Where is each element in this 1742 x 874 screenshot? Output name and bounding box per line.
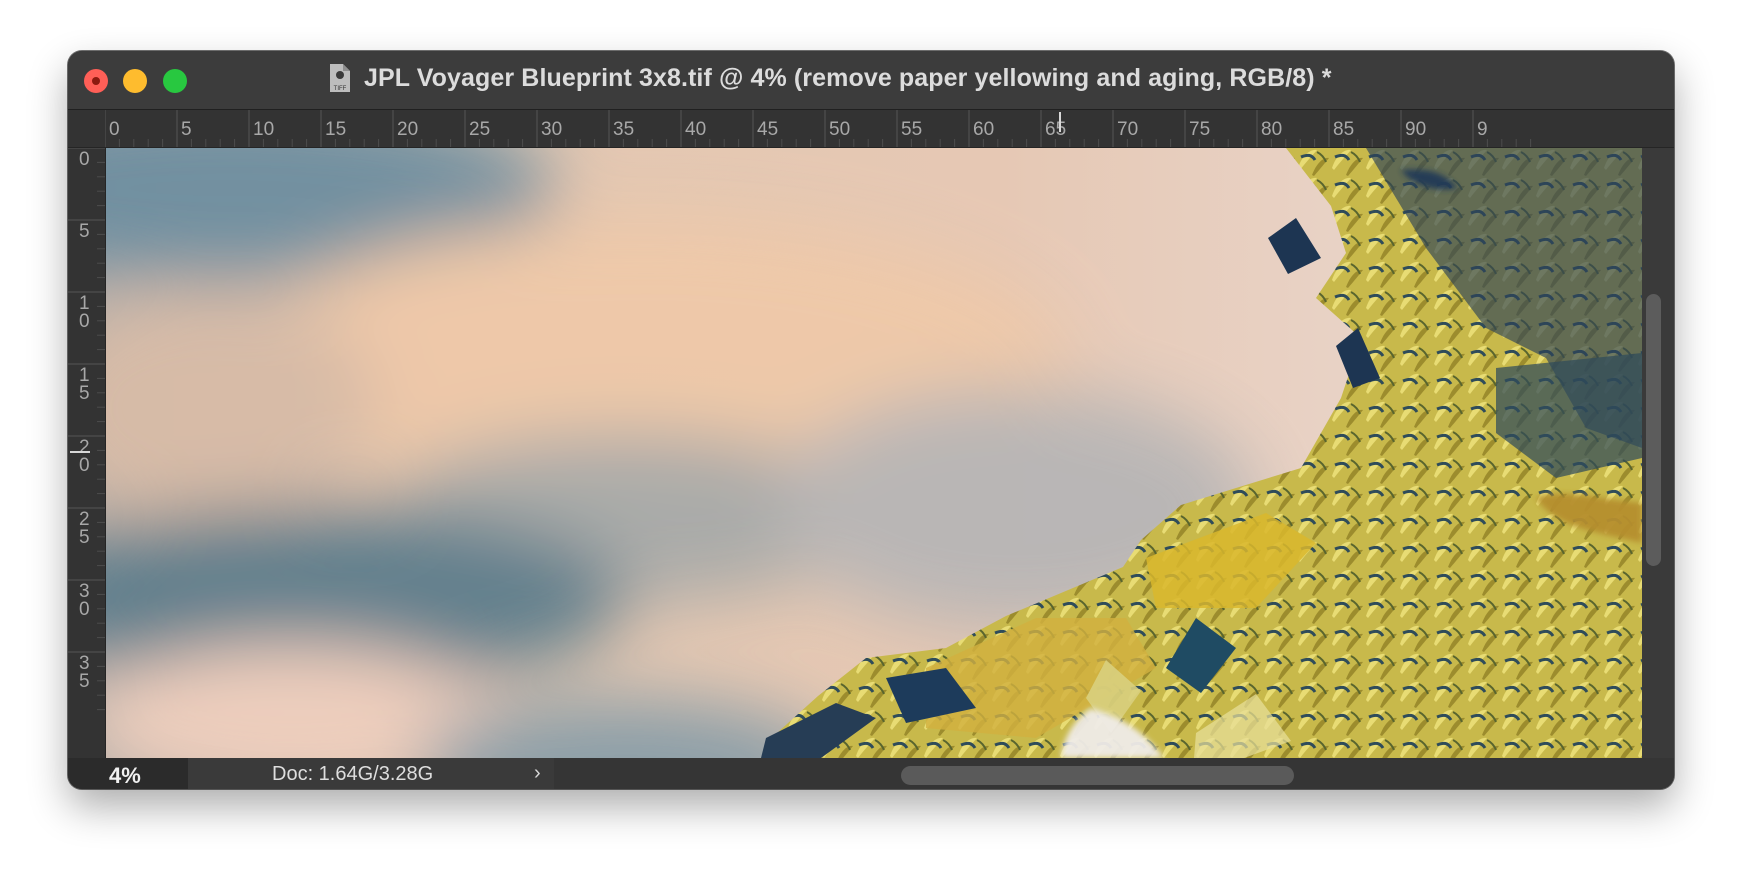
horizontal-ruler-label: 40 — [685, 119, 706, 140]
horizontal-ruler-label: 25 — [469, 119, 490, 140]
close-window-button[interactable] — [84, 69, 108, 93]
vertical-scroll-thumb[interactable] — [1646, 294, 1661, 566]
tif-file-icon: TIFF — [328, 63, 352, 93]
horizontal-ruler-label: 90 — [1405, 119, 1426, 140]
image-canvas[interactable] — [106, 148, 1642, 758]
horizontal-ruler-label: 10 — [253, 119, 274, 140]
horizontal-ruler-label: 45 — [757, 119, 778, 140]
minimize-window-button[interactable] — [123, 69, 147, 93]
vertical-ruler-label: 0 — [79, 311, 90, 332]
title-group: TIFF JPL Voyager Blueprint 3x8.tif @ 4% … — [328, 63, 1332, 93]
vertical-ruler-label: 5 — [79, 671, 90, 692]
photoshop-document-window: TIFF JPL Voyager Blueprint 3x8.tif @ 4% … — [68, 51, 1674, 789]
window-title: JPL Voyager Blueprint 3x8.tif @ 4% (remo… — [364, 63, 1332, 92]
document-image — [106, 148, 1642, 758]
horizontal-ruler-label: 20 — [397, 119, 418, 140]
vertical-ruler-label: 5 — [79, 221, 90, 242]
horizontal-ruler-label: 50 — [829, 119, 850, 140]
document-info-menu-arrow[interactable]: › — [534, 762, 541, 785]
vertical-ruler-label: 0 — [79, 455, 90, 476]
horizontal-ruler-label: 65 — [1045, 119, 1066, 140]
horizontal-scroll-thumb[interactable] — [901, 766, 1294, 785]
zoom-level[interactable]: 4% — [109, 763, 141, 789]
zoom-level-field[interactable]: 4% — [68, 758, 189, 789]
horizontal-ruler-label: 75 — [1189, 119, 1210, 140]
horizontal-ruler-label: 60 — [973, 119, 994, 140]
horizontal-ruler[interactable]: 0 5 10 15 20 25 30 35 40 45 50 55 60 65 70 75 80 85 90 9 — [105, 110, 1674, 148]
horizontal-ruler-label: 55 — [901, 119, 922, 140]
horizontal-ruler-label: 85 — [1333, 119, 1354, 140]
horizontal-ruler-label: 0 — [109, 119, 120, 140]
vertical-ruler-label: 5 — [79, 383, 90, 404]
horizontal-ruler-label: 70 — [1117, 119, 1138, 140]
vertical-ruler-label: 0 — [79, 149, 90, 170]
file-icon-label: TIFF — [334, 86, 347, 92]
horizontal-ruler-label: 5 — [181, 119, 192, 140]
status-bar: 4% Doc: 1.64G/3.28G › — [68, 758, 1674, 789]
horizontal-ruler-label: 35 — [613, 119, 634, 140]
horizontal-ruler-label: 9 — [1477, 119, 1488, 140]
horizontal-ruler-label: 80 — [1261, 119, 1282, 140]
document-size-info: Doc: 1.64G/3.28G — [272, 763, 434, 785]
maximize-window-button[interactable] — [163, 69, 187, 93]
vertical-ruler[interactable]: 05101520253035 — [68, 148, 106, 758]
vertical-ruler-label: 5 — [79, 527, 90, 548]
horizontal-ruler-label: 30 — [541, 119, 562, 140]
horizontal-ruler-label: 15 — [325, 119, 346, 140]
document-info-area[interactable]: Doc: 1.64G/3.28G — [188, 758, 554, 789]
ruler-origin[interactable] — [68, 110, 106, 148]
title-bar[interactable]: TIFF JPL Voyager Blueprint 3x8.tif @ 4% … — [68, 51, 1674, 110]
vertical-ruler-label: 0 — [79, 599, 90, 620]
